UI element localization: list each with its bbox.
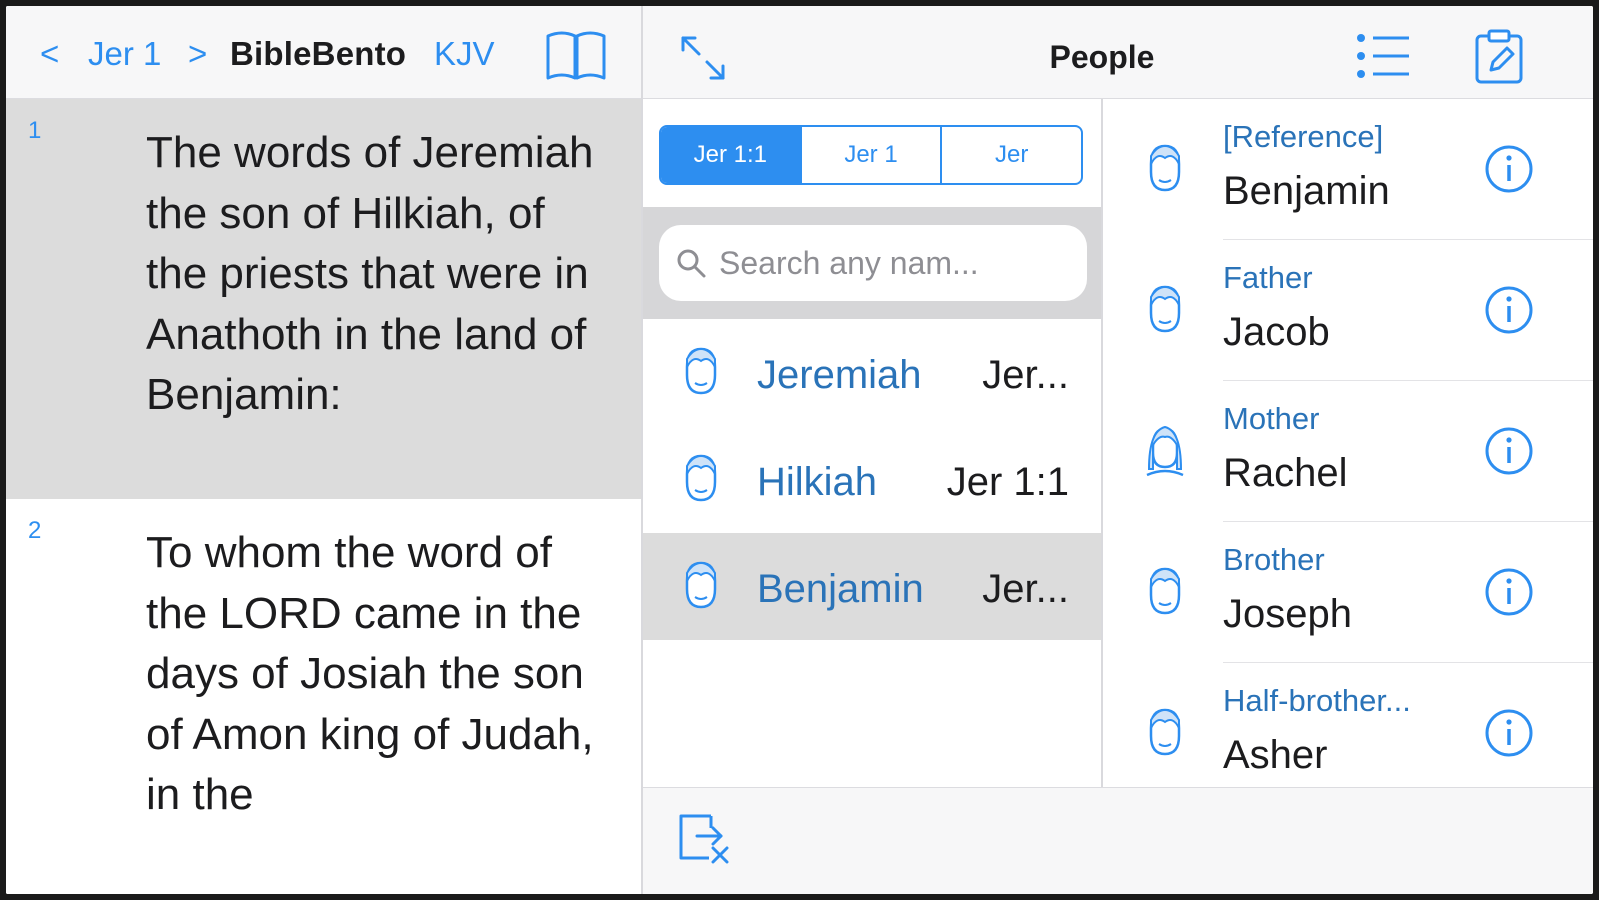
search-input[interactable] [719,225,1069,301]
relation-item[interactable]: Father Jacob [1105,240,1593,381]
chapter-selector[interactable]: Jer 1 [88,36,161,72]
people-header: People [643,6,1593,99]
verse-text: To whom the word of the LORD came in the… [146,528,594,819]
relation-label: Brother [1223,542,1325,577]
relation-label: Father [1223,260,1313,295]
list-item[interactable]: Jeremiah Jer... [643,319,1101,426]
relation-item[interactable]: [Reference] Benjamin [1105,99,1593,240]
relation-label: Mother [1223,401,1320,436]
person-reference: Jer... [982,353,1069,397]
scope-segmented-control: Jer 1:1 Jer 1 Jer [659,125,1083,185]
info-icon[interactable] [1483,284,1535,336]
list-item[interactable]: Benjamin Jer... [643,533,1101,640]
list-item[interactable]: Hilkiah Jer 1:1 [643,426,1101,533]
app-title: BibleBento [230,35,407,72]
relations-pane: [Reference] Benjamin Father Jacob Mother… [1105,99,1593,787]
male-person-icon [1149,567,1181,615]
relation-name: Asher [1223,733,1328,777]
relation-name: Joseph [1223,592,1352,636]
info-icon[interactable] [1483,707,1535,759]
list-icon[interactable] [1355,30,1413,82]
male-person-icon [1149,144,1181,192]
relation-name: Rachel [1223,451,1348,495]
male-person-icon [1149,285,1181,333]
info-icon[interactable] [1483,143,1535,195]
verse-row[interactable]: 2 To whom the word of the LORD came in t… [6,499,641,894]
search-bar [643,207,1101,319]
verse-number: 2 [28,517,42,544]
verse-text: The words of Jeremiah the son of Hilkiah… [146,128,594,419]
panel-title: People [1049,39,1155,75]
person-reference: Jer 1:1 [946,460,1069,504]
female-person-icon [1146,425,1184,477]
male-person-icon [685,454,717,502]
search-icon [677,249,706,278]
clipboard-edit-icon[interactable] [1473,28,1525,86]
relation-item[interactable]: Half-brother... Asher [1105,663,1593,804]
next-chapter-button[interactable]: > [188,36,207,72]
tab-book[interactable]: Jer [940,127,1081,183]
prev-chapter-button[interactable]: < [40,36,59,72]
male-person-icon [685,347,717,395]
bottom-toolbar [643,787,1593,894]
person-reference: Jer... [982,567,1069,611]
verse-row[interactable]: 1 The words of Jeremiah the son of Hilki… [6,99,641,499]
relation-name: Benjamin [1223,169,1390,213]
info-icon[interactable] [1483,425,1535,477]
tab-verse[interactable]: Jer 1:1 [661,127,800,183]
app-window: < Jer 1 > BibleBento KJV 1 The words of … [6,6,1593,894]
version-selector[interactable]: KJV [434,36,495,72]
verse-number: 1 [28,117,42,144]
bible-nav-bar: < Jer 1 > BibleBento KJV [6,6,641,99]
person-name: Hilkiah [757,460,878,504]
relation-item[interactable]: Brother Joseph [1105,522,1593,663]
relation-item[interactable]: Mother Rachel [1105,381,1593,522]
tab-chapter[interactable]: Jer 1 [799,127,941,183]
person-name: Jeremiah [757,353,922,397]
bible-pane: < Jer 1 > BibleBento KJV 1 The words of … [6,6,643,894]
info-icon[interactable] [1483,566,1535,618]
search-box [659,225,1087,301]
export-icon[interactable] [675,810,733,864]
male-person-icon [1149,708,1181,756]
relation-label: Half-brother... [1223,683,1411,718]
people-list: Jeremiah Jer... Hilkiah Jer 1:1 Benjamin… [643,319,1101,640]
person-name: Benjamin [757,567,924,611]
relation-name: Jacob [1223,310,1330,354]
open-book-icon[interactable] [544,28,608,84]
people-list-pane: Jer 1:1 Jer 1 Jer Jeremiah Jer [643,99,1103,787]
relation-label: [Reference] [1223,119,1384,154]
male-person-icon [685,561,717,609]
